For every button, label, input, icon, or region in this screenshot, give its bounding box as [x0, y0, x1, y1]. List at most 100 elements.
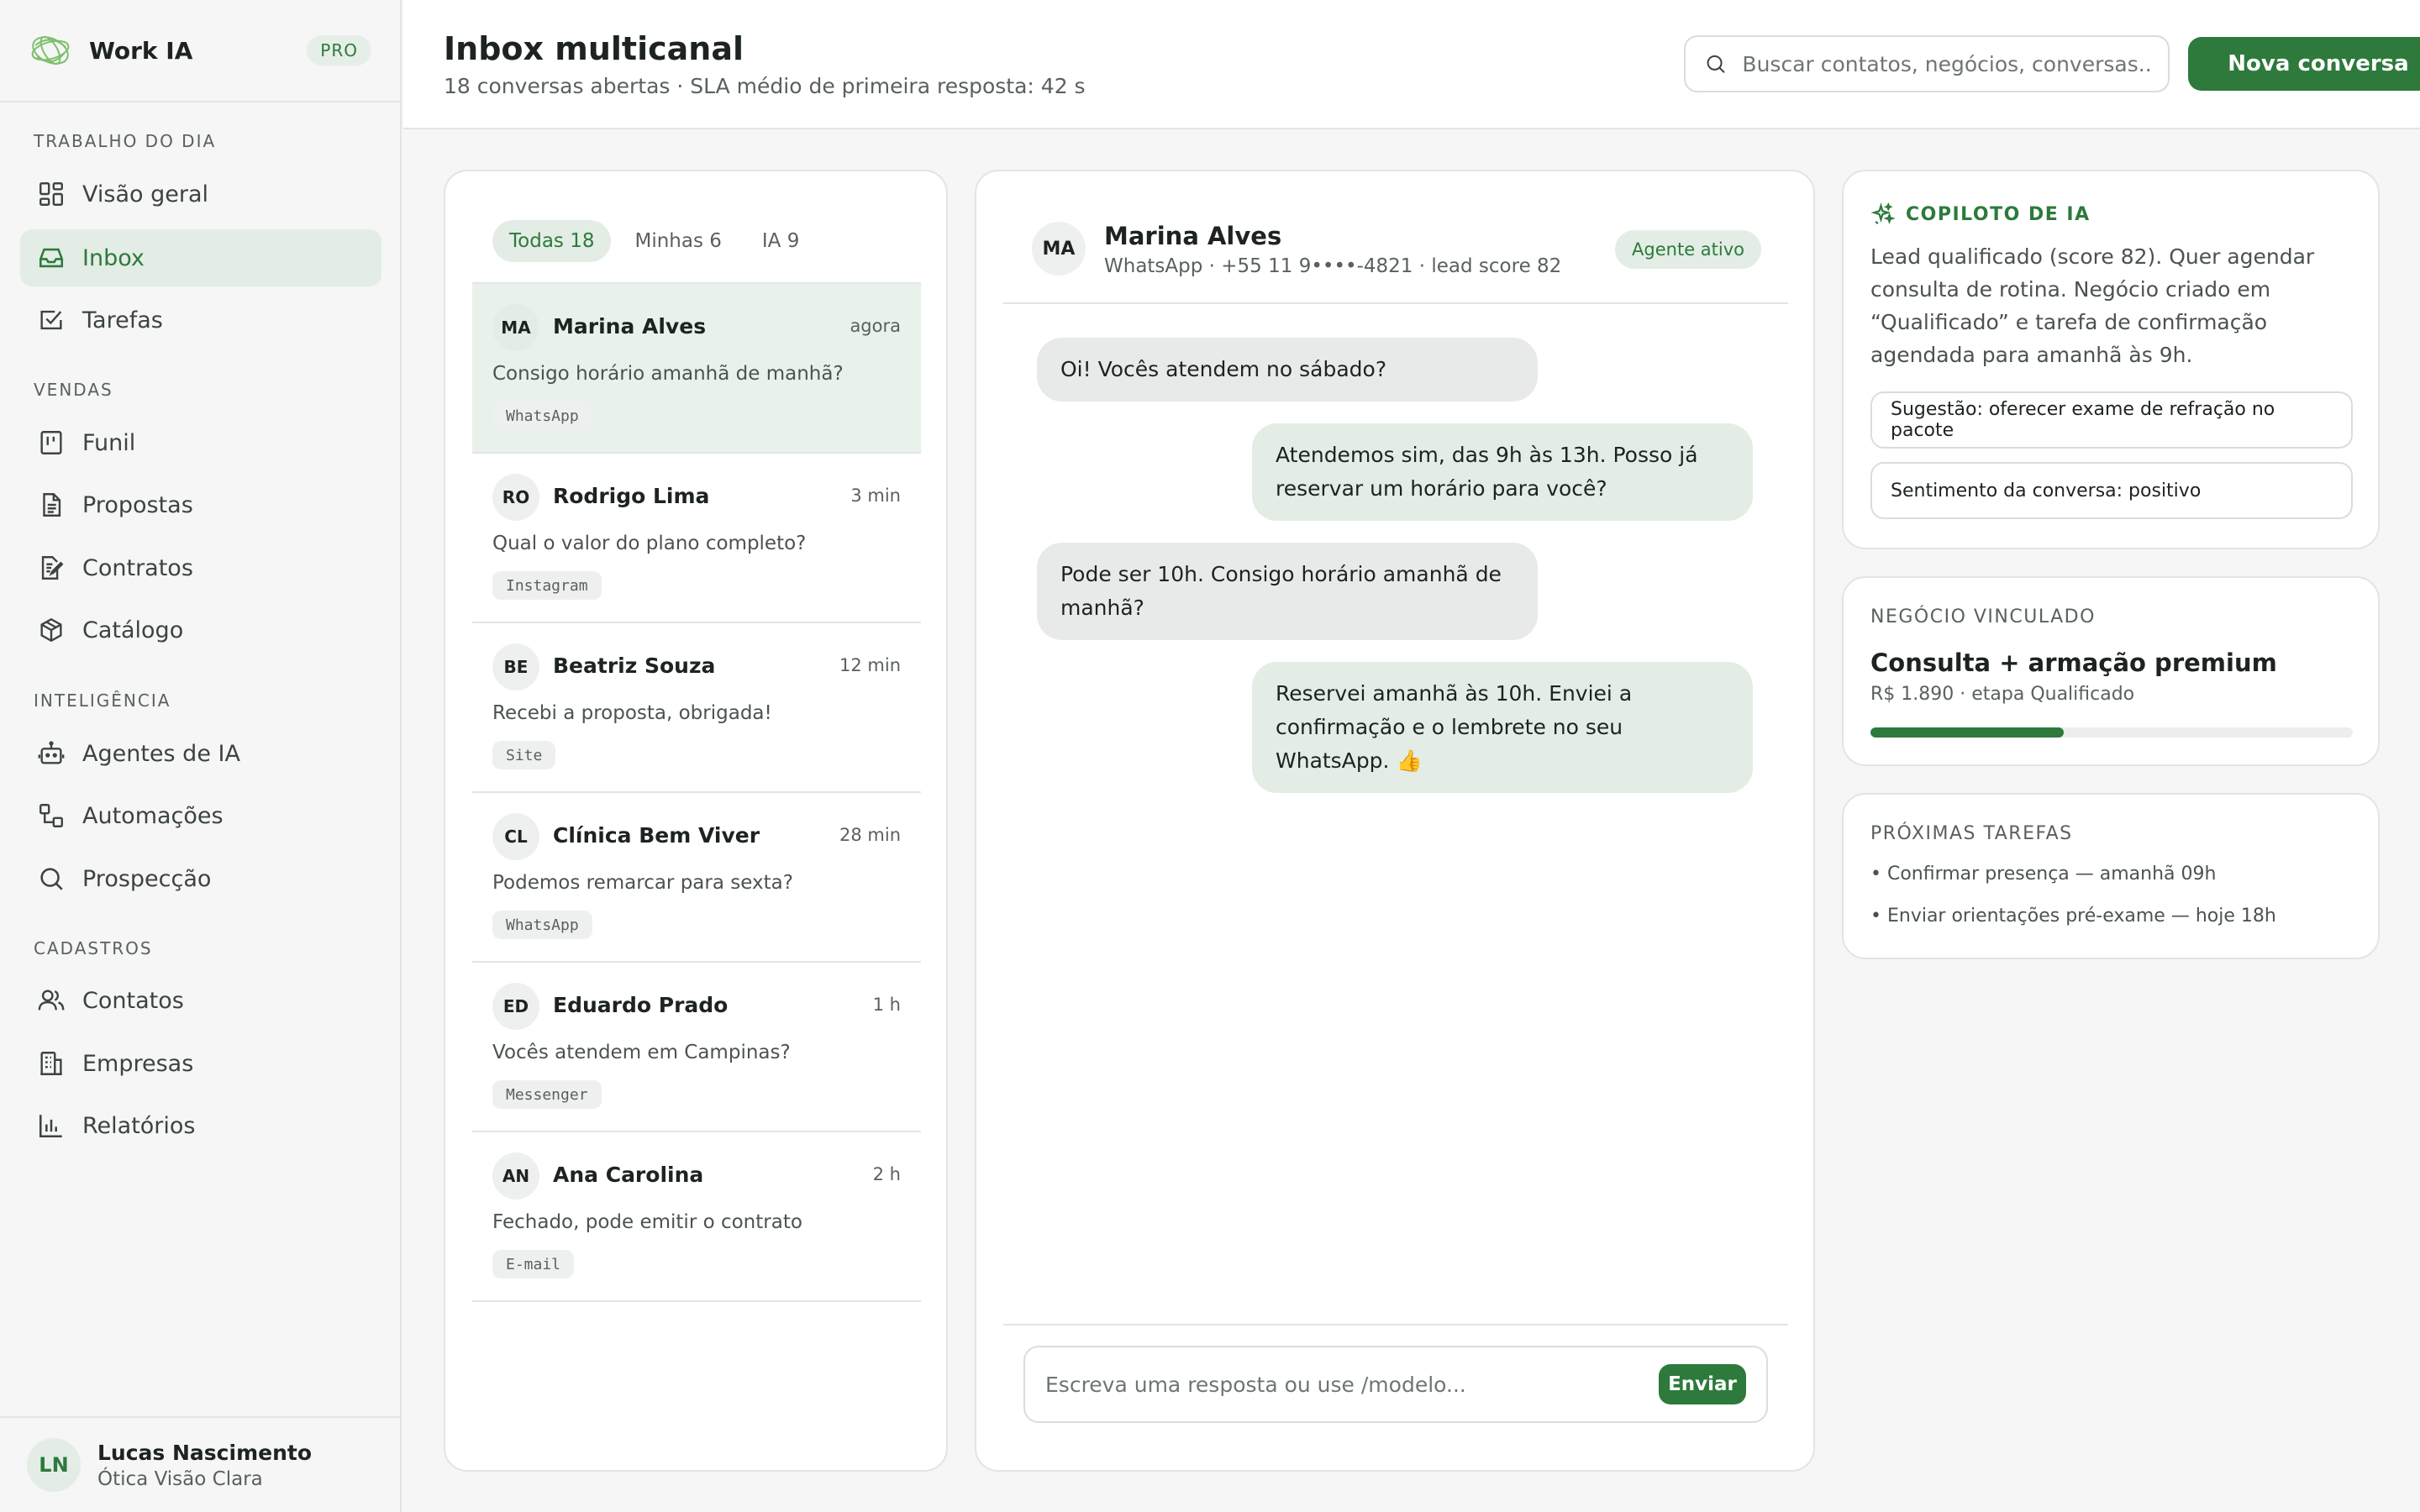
copilot-summary: Lead qualificado (score 82). Quer agenda…: [1870, 244, 2315, 367]
search-box[interactable]: [1684, 35, 2170, 92]
sidebar-item-tarefas[interactable]: Tarefas: [20, 291, 381, 349]
sidebar-item-visao-geral[interactable]: Visão geral: [20, 165, 381, 223]
workflow-icon: [39, 804, 63, 827]
channel-tag: Messenger: [492, 1080, 602, 1109]
deal-progress-fill: [1870, 727, 2064, 738]
chat-contact-meta: WhatsApp · +55 11 9••••-4821 · lead scor…: [1104, 255, 1562, 277]
channel-tag: Site: [492, 741, 556, 769]
avatar: AN: [492, 1152, 539, 1200]
users-icon: [38, 990, 65, 1011]
message-preview: Fechado, pode emitir o contrato: [492, 1211, 802, 1233]
page-header: Inbox multicanal 18 conversas abertas · …: [403, 0, 2420, 129]
contact-name: Beatriz Souza: [553, 654, 716, 678]
sidebar-item-empresas[interactable]: Empresas: [20, 1035, 381, 1092]
search-input[interactable]: [1742, 51, 2149, 76]
sidebar-item-relatorios[interactable]: Relatórios: [20, 1097, 381, 1154]
message-time: 12 min: [839, 655, 901, 675]
tab-ia[interactable]: IA 9: [745, 220, 816, 262]
sidebar-item-label: Propostas: [82, 491, 193, 518]
copilot-title-text: COPILOTO DE IA: [1906, 203, 2091, 225]
contact-name: Ana Carolina: [553, 1163, 704, 1187]
message-preview: Consigo horário amanhã de manhã?: [492, 363, 844, 385]
sidebar-item-prospeccao[interactable]: Prospecção: [20, 850, 381, 907]
sidebar-item-label: Catálogo: [82, 617, 184, 643]
divider: [1003, 302, 1788, 304]
task-item[interactable]: • Enviar orientações pré-exame — hoje 18…: [1870, 906, 2276, 927]
copilot-title: COPILOTO DE IA: [1870, 202, 2091, 227]
grid-icon: [39, 182, 63, 206]
brand: Work IA PRO: [0, 0, 400, 102]
conversation-item[interactable]: RO Rodrigo Lima 3 min Qual o valor do pl…: [472, 454, 921, 623]
contact-name: Eduardo Prado: [553, 993, 729, 1017]
message-preview: Vocês atendem em Campinas?: [492, 1042, 791, 1063]
conversation-item[interactable]: ED Eduardo Prado 1 h Vocês atendem em Ca…: [472, 963, 921, 1132]
deal-title: Consulta + armação premium: [1870, 648, 2277, 677]
sidebar-item-label: Inbox: [82, 244, 145, 271]
sidebar-item-label: Contratos: [82, 554, 193, 581]
new-conversation-button[interactable]: Nova conversa: [2188, 37, 2420, 91]
nav-section-title: VENDAS: [34, 380, 113, 400]
message-preview: Recebi a proposta, obrigada!: [492, 702, 772, 724]
suggestion-chip[interactable]: Sugestão: oferecer exame de refração no …: [1870, 391, 2353, 449]
message-time: 2 h: [872, 1164, 901, 1184]
bot-icon: [38, 741, 65, 764]
conversation-list-panel: Todas 18 Minhas 6 IA 9 MA Marina Alves a…: [444, 170, 948, 1472]
sidebar-item-contatos[interactable]: Contatos: [20, 972, 381, 1029]
deal-progress-bar: [1870, 727, 2353, 738]
user-profile[interactable]: LN Lucas Nascimento Ótica Visão Clara: [0, 1416, 402, 1512]
document-icon: [43, 493, 61, 517]
logo-icon: [31, 35, 70, 66]
deal-subtitle: R$ 1.890 · etapa Qualificado: [1870, 684, 2135, 705]
linked-deal-card[interactable]: NEGÓCIO VINCULADO Consulta + armação pre…: [1842, 576, 2380, 766]
bar-chart-icon: [39, 1115, 62, 1138]
channel-tag: E-mail: [492, 1250, 575, 1278]
avatar: MA: [492, 304, 539, 351]
sidebar-item-label: Empresas: [82, 1050, 194, 1077]
message-input[interactable]: [1045, 1372, 1659, 1397]
status-badge: Agente ativo: [1615, 230, 1761, 269]
page-subtitle: 18 conversas abertas · SLA médio de prim…: [444, 74, 1086, 98]
box-icon: [40, 617, 62, 643]
message-time: agora: [850, 316, 901, 336]
send-button[interactable]: Enviar: [1659, 1364, 1746, 1404]
sentiment-chip[interactable]: Sentimento da conversa: positivo: [1870, 462, 2353, 519]
tab-minhas[interactable]: Minhas 6: [618, 220, 738, 262]
sparkles-icon: [1870, 202, 1896, 225]
conversation-item[interactable]: CL Clínica Bem Viver 28 min Podemos rema…: [472, 793, 921, 963]
conversation-item[interactable]: AN Ana Carolina 2 h Fechado, pode emitir…: [472, 1132, 921, 1302]
sidebar-item-label: Visão geral: [82, 181, 208, 207]
nav-section-title: INTELIGÊNCIA: [34, 690, 171, 711]
divider: [1003, 1324, 1788, 1326]
sidebar-item-contratos[interactable]: Contratos: [20, 539, 381, 596]
message-composer: Enviar: [1023, 1346, 1768, 1423]
task-item[interactable]: • Confirmar presença — amanhã 09h: [1870, 864, 2216, 885]
avatar: LN: [27, 1438, 81, 1492]
message-time: 1 h: [872, 995, 901, 1015]
sidebar-item-label: Tarefas: [82, 307, 163, 333]
tab-todas[interactable]: Todas 18: [492, 220, 612, 262]
sidebar-item-automacoes[interactable]: Automações: [20, 787, 381, 844]
page-title: Inbox multicanal: [444, 30, 744, 67]
sidebar-item-agentes-ia[interactable]: Agentes de IA: [20, 725, 381, 782]
message-bubble-incoming: Oi! Vocês atendem no sábado?: [1037, 338, 1538, 402]
sidebar-item-propostas[interactable]: Propostas: [20, 476, 381, 533]
checkbox-icon: [40, 310, 62, 330]
nav-section-title: TRABALHO DO DIA: [34, 131, 217, 151]
channel-tag: Instagram: [492, 571, 602, 600]
avatar: MA: [1032, 222, 1086, 276]
sidebar-item-inbox[interactable]: Inbox: [20, 229, 381, 286]
message-bubble-outgoing: Atendemos sim, das 9h às 13h. Posso já r…: [1252, 423, 1753, 521]
conversation-item[interactable]: BE Beatriz Souza 12 min Recebi a propost…: [472, 623, 921, 793]
message-time: 28 min: [839, 825, 901, 845]
chat-panel: MA Marina Alves WhatsApp · +55 11 9••••-…: [975, 170, 1815, 1472]
channel-tag: WhatsApp: [492, 911, 592, 939]
search-icon: [1707, 55, 1725, 74]
conversation-item[interactable]: MA Marina Alves agora Consigo horário am…: [472, 284, 921, 454]
chat-contact-name: Marina Alves: [1104, 222, 1282, 250]
avatar: RO: [492, 474, 539, 521]
message-preview: Qual o valor do plano completo?: [492, 533, 807, 554]
sidebar-item-catalogo[interactable]: Catálogo: [20, 601, 381, 659]
building-icon: [40, 1052, 62, 1075]
ai-copilot-card: COPILOTO DE IA Lead qualificado (score 8…: [1842, 170, 2380, 549]
sidebar-item-funil[interactable]: Funil: [20, 414, 381, 471]
